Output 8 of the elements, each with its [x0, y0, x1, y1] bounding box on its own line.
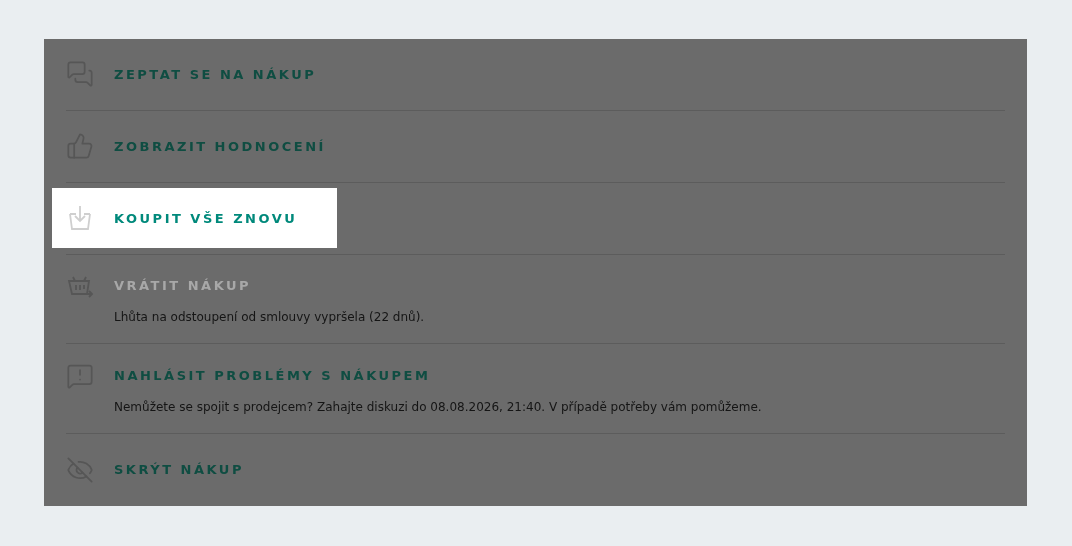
action-item[interactable]: ZEPTAT SE NA NÁKUP [66, 60, 1005, 89]
basket-download-icon [66, 204, 94, 233]
action-item[interactable]: ZOBRAZIT HODNOCENÍ [66, 132, 1005, 161]
action-item[interactable]: SKRÝT NÁKUP [66, 456, 1005, 485]
action-description: Lhůta na odstoupení od smlouvy vypršela (22 dnů). [114, 309, 426, 327]
action-item[interactable]: NAHLÁSIT PROBLÉMY S NÁKUPEM [66, 361, 1005, 390]
action-description: Nemůžete se spojit s prodejcem? Zahajte diskuzi do 08.08.2026, 21:40. V případě potřeby vám pomůžeme. [114, 398, 763, 416]
action-item[interactable]: KOUPIT VŠE ZNOVU [52, 188, 338, 249]
